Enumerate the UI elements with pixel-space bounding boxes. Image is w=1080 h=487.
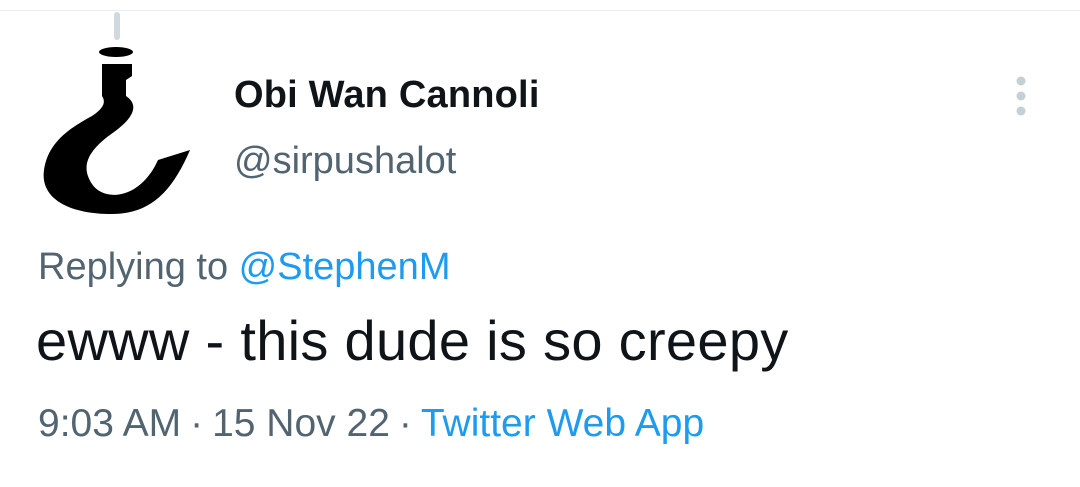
more-vertical-icon (1016, 76, 1026, 116)
author-handle[interactable]: @sirpushalot (234, 140, 456, 183)
meta-separator: · (398, 402, 412, 445)
tweet-detail: Obi Wan Cannoli @sirpushalot Replying to… (0, 0, 1080, 487)
tweet-date[interactable]: 15 Nov 22 (212, 402, 390, 445)
top-divider (0, 10, 1080, 11)
tweet-time[interactable]: 9:03 AM (38, 402, 181, 445)
tweet-meta: 9:03 AM · 15 Nov 22 · Twitter Web App (38, 402, 704, 446)
thread-connector-line (114, 12, 120, 40)
meta-separator: · (190, 402, 204, 445)
crane-hook-icon (43, 47, 190, 214)
more-options-button[interactable] (1004, 72, 1038, 120)
tweet-source-link[interactable]: Twitter Web App (421, 402, 704, 445)
replying-to-label: Replying to (38, 246, 239, 288)
tweet-text: ewww - this dude is so creepy (36, 309, 789, 372)
reply-mention-link[interactable]: @StephenM (239, 246, 451, 288)
avatar[interactable] (40, 42, 190, 214)
author-display-name[interactable]: Obi Wan Cannoli (234, 74, 540, 117)
replying-to-line: Replying to @StephenM (38, 246, 450, 289)
